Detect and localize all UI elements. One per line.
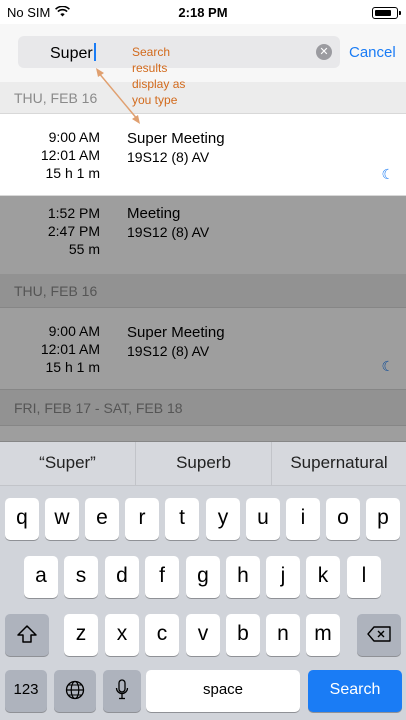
key[interactable]: y xyxy=(206,498,240,540)
key[interactable]: r xyxy=(125,498,159,540)
annotation-arrow xyxy=(96,68,140,124)
event-end: 12:01 AM xyxy=(40,147,100,163)
key[interactable]: l xyxy=(347,556,381,598)
backspace-key[interactable] xyxy=(357,614,401,656)
key[interactable]: t xyxy=(165,498,199,540)
key[interactable]: q xyxy=(5,498,39,540)
section-header: THU, FEB 16 xyxy=(0,82,406,114)
globe-icon xyxy=(65,680,85,700)
microphone-icon xyxy=(115,679,129,700)
space-key[interactable]: space xyxy=(146,670,300,712)
event-details: Super Meeting 19S12 (8) AV xyxy=(127,130,225,166)
globe-key[interactable] xyxy=(54,670,96,712)
key[interactable]: e xyxy=(85,498,119,540)
keyboard: “Super” Superb Supernatural q w e r t y … xyxy=(0,442,406,720)
microphone-key[interactable] xyxy=(103,670,141,712)
key[interactable]: d xyxy=(105,556,139,598)
status-bar: No SIM 2:18 PM xyxy=(0,0,406,24)
key[interactable]: k xyxy=(306,556,340,598)
shift-icon xyxy=(17,625,37,643)
dim-overlay[interactable] xyxy=(0,196,406,442)
key[interactable]: h xyxy=(226,556,260,598)
key[interactable]: j xyxy=(266,556,300,598)
key[interactable]: a xyxy=(24,556,58,598)
suggestion-item[interactable]: Superb xyxy=(135,442,271,486)
key[interactable]: z xyxy=(64,614,98,656)
search-bar: Super ✕ Cancel xyxy=(0,24,406,82)
cancel-button[interactable]: Cancel xyxy=(349,44,396,61)
clear-icon[interactable]: ✕ xyxy=(316,44,332,60)
key[interactable]: o xyxy=(326,498,360,540)
text-caret xyxy=(93,43,96,61)
suggestion-item[interactable]: Supernatural xyxy=(271,442,406,486)
key[interactable]: i xyxy=(286,498,320,540)
key[interactable]: s xyxy=(64,556,98,598)
key[interactable]: v xyxy=(186,614,220,656)
search-value[interactable]: Super xyxy=(50,43,96,63)
event-times: 9:00 AM 12:01 AM 15 h 1 m xyxy=(0,128,100,182)
key[interactable]: p xyxy=(366,498,400,540)
event-title: Super Meeting xyxy=(127,130,225,147)
key[interactable]: b xyxy=(226,614,260,656)
event-duration: 15 h 1 m xyxy=(45,165,100,181)
clock: 2:18 PM xyxy=(178,5,228,20)
suggestion-item[interactable]: “Super” xyxy=(0,442,135,486)
event-row[interactable]: 9:00 AM 12:01 AM 15 h 1 m Super Meeting … xyxy=(0,114,406,196)
key[interactable]: g xyxy=(186,556,220,598)
battery-icon xyxy=(372,7,401,19)
search-key[interactable]: Search xyxy=(308,670,402,712)
key[interactable]: u xyxy=(246,498,280,540)
key[interactable]: f xyxy=(145,556,179,598)
numbers-key[interactable]: 123 xyxy=(5,670,47,712)
event-location: 19S12 (8) AV xyxy=(127,149,210,165)
suggestion-bar: “Super” Superb Supernatural xyxy=(0,442,406,486)
shift-key[interactable] xyxy=(5,614,49,656)
key[interactable]: x xyxy=(105,614,139,656)
key[interactable]: m xyxy=(306,614,340,656)
event-start: 9:00 AM xyxy=(48,129,100,145)
backspace-icon xyxy=(367,626,391,642)
key[interactable]: w xyxy=(45,498,79,540)
moon-icon: ☾ xyxy=(381,166,394,182)
key[interactable]: c xyxy=(145,614,179,656)
key[interactable]: n xyxy=(266,614,300,656)
